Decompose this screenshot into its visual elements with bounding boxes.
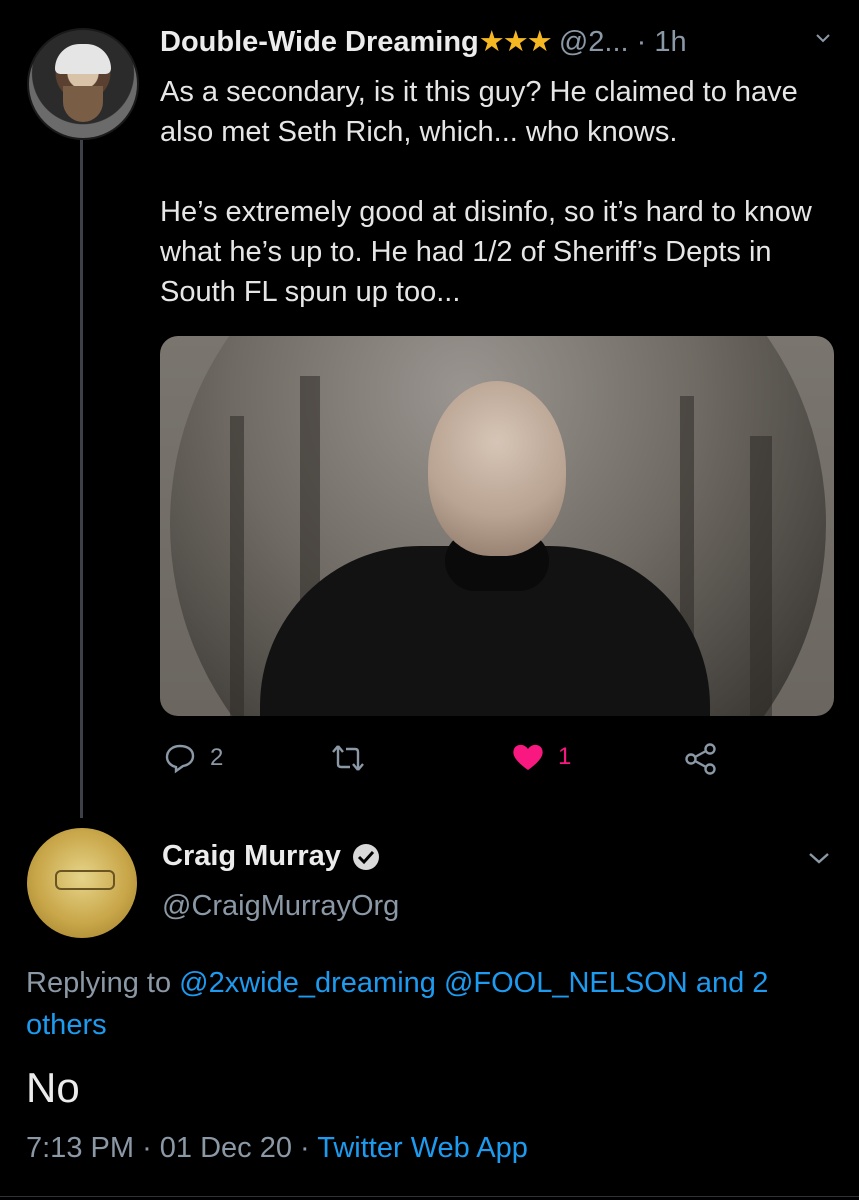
star-emoji-icons: ★★★ bbox=[478, 26, 553, 58]
image-head bbox=[428, 381, 566, 556]
tweet-paragraph: He’s extremely good at disinfo, so it’s … bbox=[160, 196, 812, 308]
share-icon bbox=[685, 743, 716, 775]
display-name[interactable]: Craig Murray bbox=[162, 840, 341, 873]
tweet-paragraph: As a secondary, is it this guy? He claim… bbox=[160, 76, 798, 148]
display-name[interactable]: Double-Wide Dreaming bbox=[160, 26, 479, 58]
reply-count: 2 bbox=[210, 744, 224, 771]
retweet-icon bbox=[332, 745, 364, 771]
like-button[interactable]: 1 bbox=[512, 742, 571, 772]
tweet-text: As a secondary, is it this guy? He claim… bbox=[160, 72, 840, 312]
avatar[interactable] bbox=[27, 828, 137, 938]
replying-and: and bbox=[695, 967, 745, 999]
divider bbox=[0, 1196, 859, 1197]
display-name-row: Craig Murray bbox=[162, 840, 381, 873]
verified-badge-icon bbox=[352, 843, 379, 870]
avatar-cap bbox=[55, 44, 111, 74]
chevron-down-icon[interactable] bbox=[815, 30, 831, 46]
avatar[interactable] bbox=[27, 28, 139, 140]
handle[interactable]: @2... bbox=[559, 26, 629, 58]
like-count: 1 bbox=[558, 743, 572, 770]
thread-connector-line bbox=[80, 138, 83, 818]
source-link[interactable]: Twitter Web App bbox=[317, 1132, 528, 1164]
replying-prefix: Replying to bbox=[26, 967, 172, 999]
reply-icon bbox=[165, 744, 195, 774]
heart-icon bbox=[513, 744, 543, 770]
tweet-meta: 7:13 PM · 01 Dec 20 · Twitter Web App bbox=[26, 1132, 528, 1165]
reply-button[interactable]: 2 bbox=[164, 742, 223, 774]
retweet-button[interactable] bbox=[330, 742, 380, 774]
tweet-body: No bbox=[26, 1064, 80, 1111]
image-tree bbox=[230, 416, 244, 716]
chevron-down-icon[interactable] bbox=[807, 850, 831, 866]
avatar-glasses bbox=[55, 870, 115, 890]
timestamp[interactable]: · 1h bbox=[637, 26, 687, 58]
tweet-header: Double-Wide Dreaming★★★ @2... · 1h bbox=[160, 24, 687, 59]
image-tree bbox=[750, 436, 772, 716]
share-button[interactable] bbox=[684, 742, 718, 776]
tweet-actions: 2 1 bbox=[160, 742, 840, 782]
tweet-time[interactable]: 7:13 PM bbox=[26, 1132, 134, 1164]
avatar-beard bbox=[63, 86, 103, 122]
replying-to: Replying to @2xwide_dreaming @FOOL_NELSO… bbox=[26, 962, 826, 1046]
mention-link[interactable]: @2xwide_dreaming bbox=[179, 967, 436, 999]
mention-link[interactable]: @FOOL_NELSON bbox=[444, 967, 688, 999]
handle[interactable]: @CraigMurrayOrg bbox=[162, 890, 399, 923]
tweet-image[interactable] bbox=[160, 336, 834, 716]
tweet-date[interactable]: · 01 Dec 20 · bbox=[142, 1132, 310, 1164]
